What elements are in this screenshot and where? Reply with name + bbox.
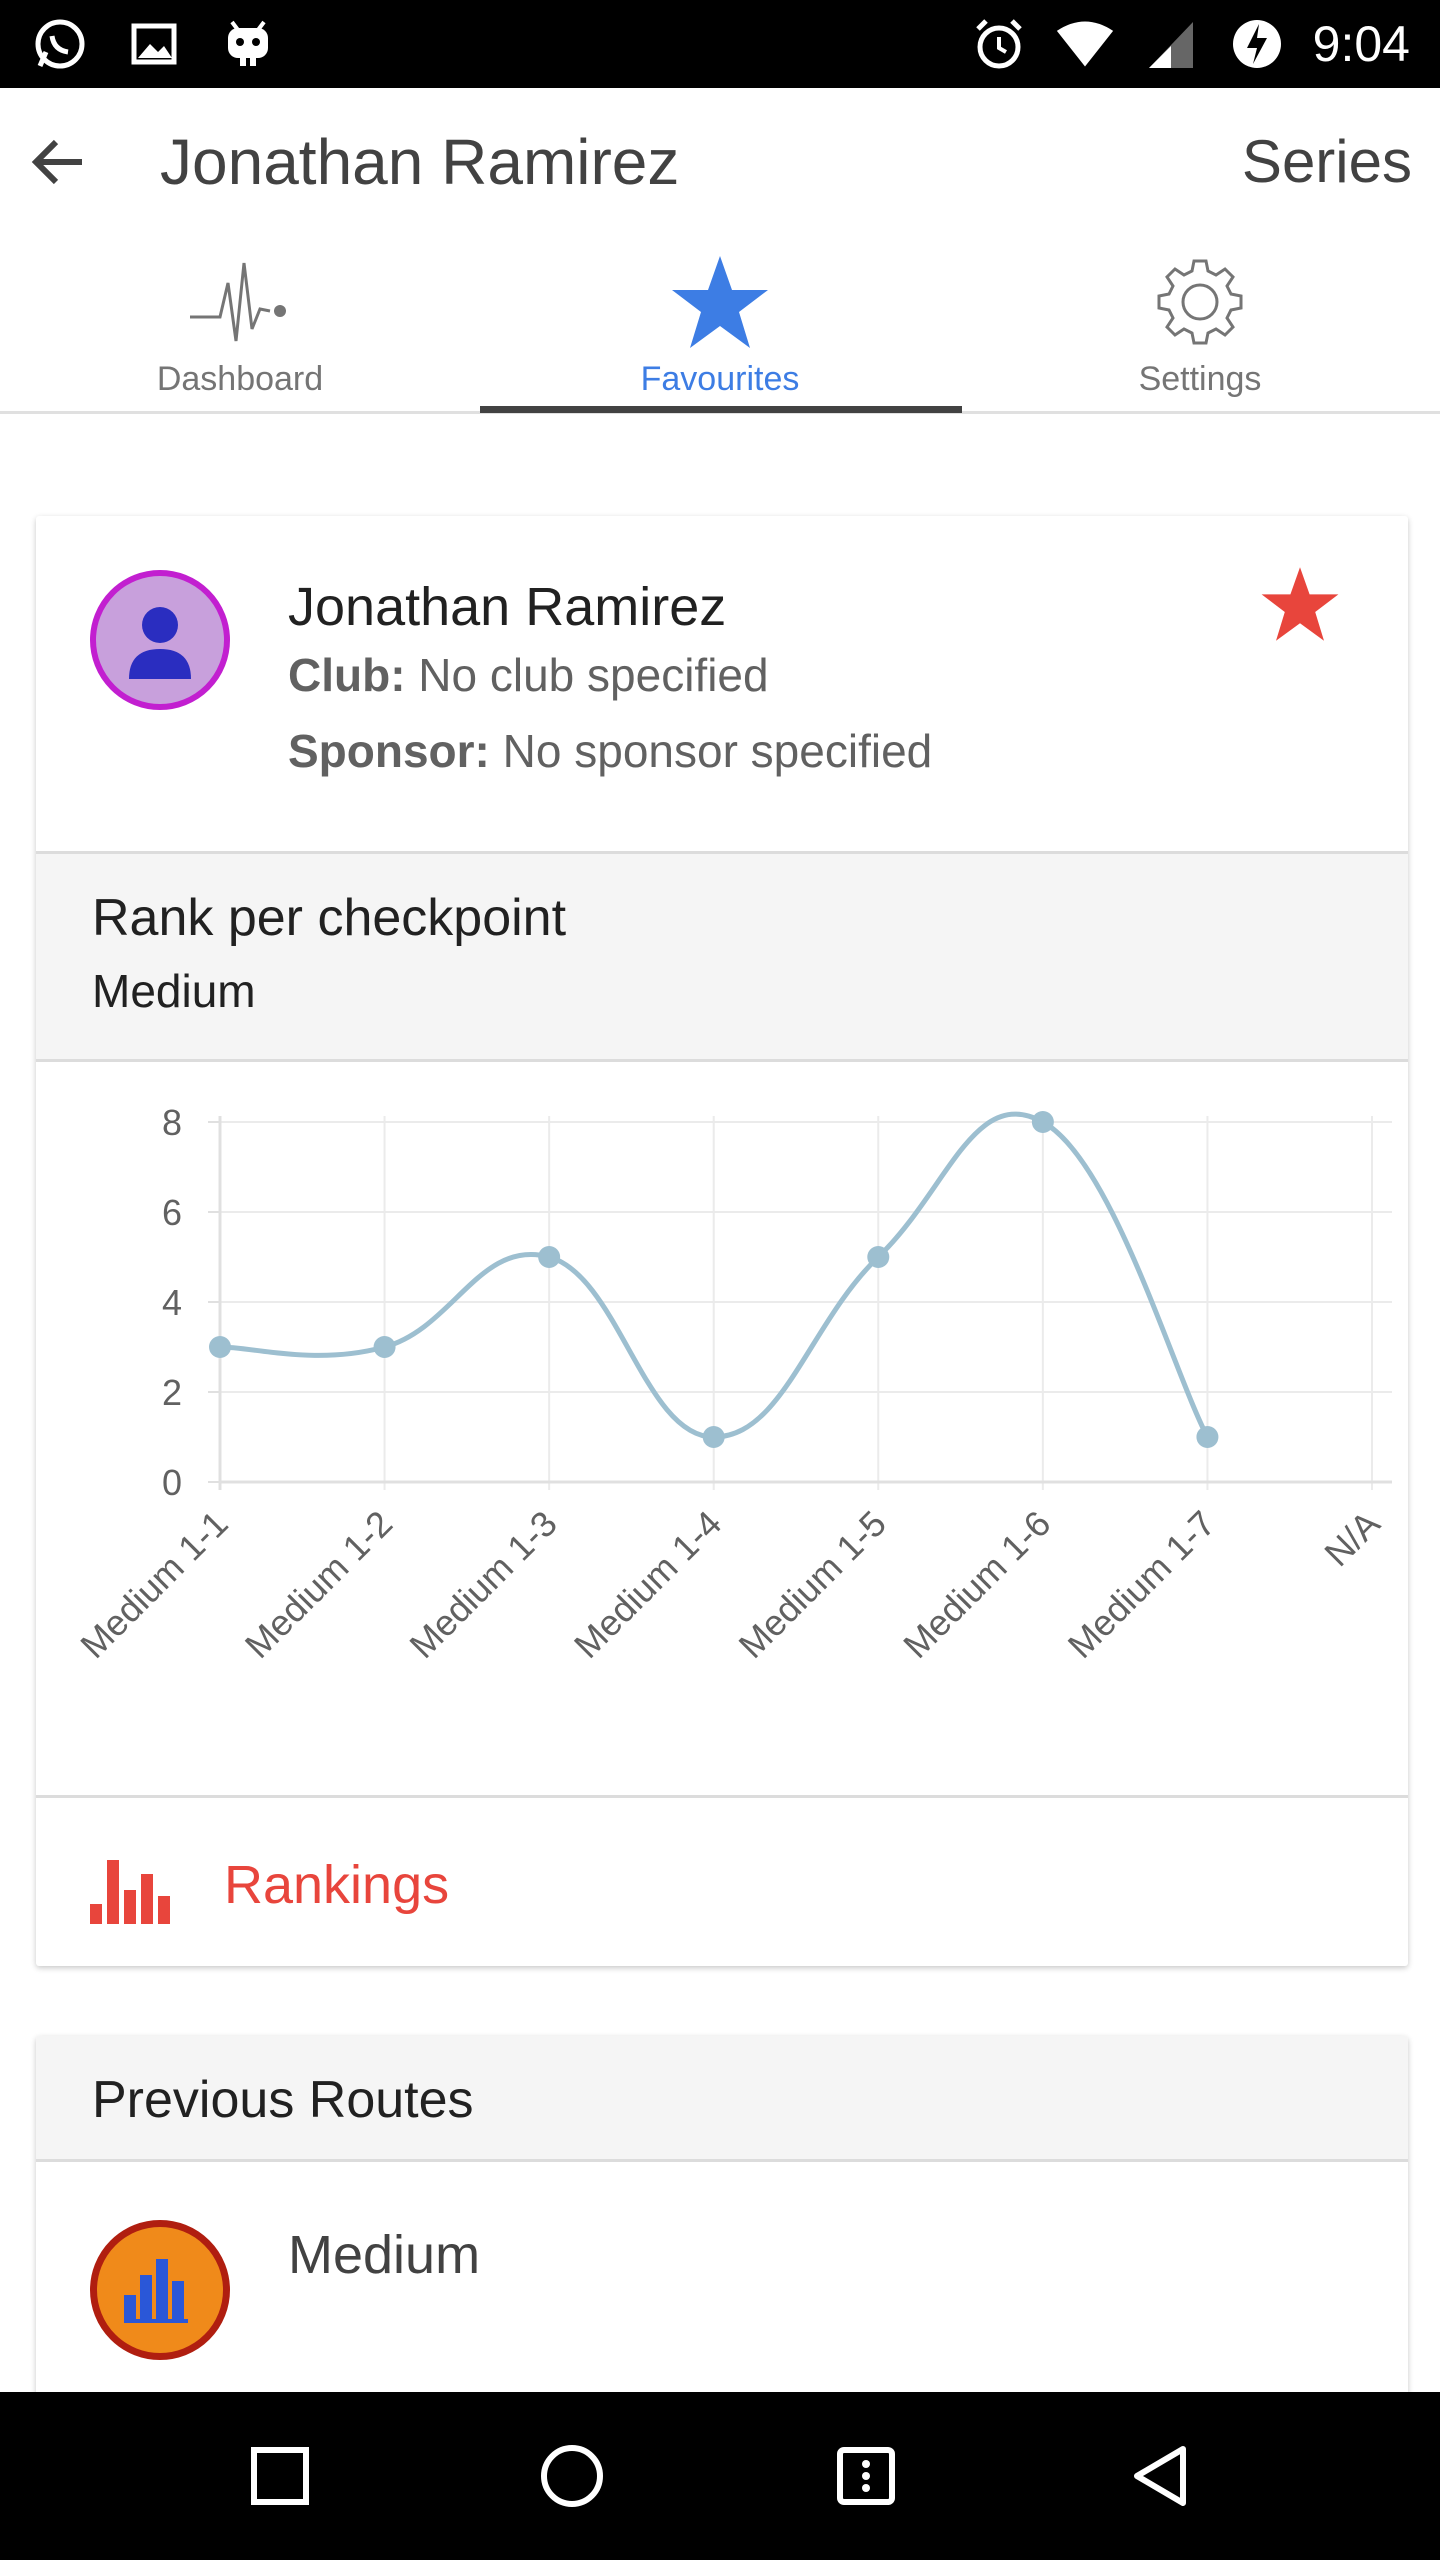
tab-indicator — [480, 406, 962, 413]
x-tick-label: Medium 1-6 — [895, 1503, 1058, 1666]
alarm-icon — [969, 14, 1029, 74]
previous-routes-header: Previous Routes — [36, 2036, 1408, 2162]
rank-section-header: Rank per checkpoint Medium — [36, 854, 1408, 1062]
android-debug-icon — [218, 14, 278, 74]
section-title: Rank per checkpoint — [92, 889, 567, 947]
arrow-back-icon — [31, 139, 82, 185]
data-point — [1031, 1111, 1054, 1133]
tab-bar: Dashboard Favourites Settings — [0, 238, 1440, 414]
clock-time: 9:04 — [1312, 16, 1410, 72]
menu-button[interactable] — [826, 2436, 906, 2516]
tab-dashboard[interactable]: Dashboard — [0, 238, 480, 414]
status-bar: 9:04 — [0, 0, 1440, 88]
x-tick-label: Medium 1-1 — [72, 1503, 235, 1666]
battery-charging-icon — [1227, 14, 1287, 74]
recents-icon — [251, 2447, 309, 2505]
data-point — [373, 1336, 396, 1358]
x-tick-label: N/A — [1316, 1503, 1387, 1574]
rider-name: Jonathan Ramirez — [288, 577, 727, 637]
club-value: No club specified — [418, 649, 769, 701]
recents-button[interactable] — [240, 2436, 320, 2516]
star-icon — [1261, 567, 1339, 641]
tab-label: Dashboard — [156, 360, 324, 398]
sponsor-label: Sponsor: — [288, 725, 490, 777]
gallery-icon — [124, 14, 184, 74]
club-label: Club: — [288, 649, 406, 701]
page-title: Jonathan Ramirez — [160, 126, 680, 198]
tab-label: Favourites — [640, 360, 800, 398]
rankings-button[interactable]: Rankings — [36, 1798, 1408, 1966]
tab-favourites[interactable]: Favourites — [480, 238, 960, 414]
y-tick-label: 2 — [162, 1372, 182, 1413]
rider-card: Jonathan Ramirez Club: No club specified… — [36, 516, 1408, 1966]
menu-icon — [837, 2447, 895, 2505]
y-tick-label: 0 — [162, 1462, 182, 1503]
y-tick-label: 4 — [162, 1282, 182, 1323]
bar-chart-icon — [90, 1854, 170, 1924]
section-subtitle: Medium — [92, 965, 256, 1017]
avatar — [90, 570, 230, 710]
person-icon — [129, 607, 191, 679]
data-point — [702, 1426, 725, 1448]
data-point — [538, 1246, 561, 1268]
app-bar: Jonathan Ramirez Series — [0, 88, 1440, 238]
route-avatar — [90, 2220, 230, 2360]
series-button[interactable]: Series — [1242, 124, 1412, 200]
y-tick-label: 6 — [162, 1192, 182, 1233]
home-button[interactable] — [532, 2436, 612, 2516]
club-info: Club: No club specified — [288, 648, 769, 702]
rankings-label: Rankings — [224, 1855, 450, 1915]
system-nav-bar — [0, 2392, 1440, 2560]
back-icon — [1134, 2446, 1186, 2506]
gear-icon — [1145, 252, 1255, 352]
favorite-toggle[interactable] — [1260, 564, 1340, 644]
tab-settings[interactable]: Settings — [960, 238, 1440, 414]
section-title: Previous Routes — [92, 2071, 474, 2129]
y-tick-label: 8 — [162, 1102, 182, 1143]
route-name: Medium — [288, 2225, 481, 2285]
star-icon — [665, 252, 775, 352]
rank-chart: 0 2 4 6 8 Medium 1-1 Medium 1-2 Medium 1-3 Mediu… — [36, 1062, 1408, 1798]
back-button[interactable] — [20, 124, 96, 200]
wifi-icon — [1055, 14, 1115, 74]
data-point — [867, 1246, 890, 1268]
x-tick-label: Medium 1-7 — [1060, 1503, 1223, 1666]
tab-label: Settings — [1138, 360, 1262, 398]
data-point — [1196, 1426, 1219, 1448]
sponsor-value: No sponsor specified — [502, 725, 933, 777]
bar-chart-icon — [124, 2259, 188, 2323]
profile-section: Jonathan Ramirez Club: No club specified… — [36, 516, 1408, 854]
nav-back-button[interactable] — [1120, 2436, 1200, 2516]
previous-routes-card: Previous Routes Medium — [36, 2036, 1408, 2396]
pulse-icon — [185, 252, 295, 352]
sponsor-info: Sponsor: No sponsor specified — [288, 724, 932, 778]
x-tick-label: Medium 1-2 — [237, 1503, 400, 1666]
signal-icon — [1141, 14, 1201, 74]
x-tick-label: Medium 1-4 — [566, 1503, 729, 1666]
rank-line-chart: 02468Medium 1-1 Medium 1-2 Medium 1-3 Mediu… — [72, 1102, 1392, 1666]
x-tick-label: Medium 1-3 — [401, 1503, 564, 1666]
data-point — [209, 1336, 231, 1358]
whatsapp-icon — [30, 14, 90, 74]
home-icon — [541, 2445, 603, 2507]
x-tick-label: Medium 1-5 — [731, 1503, 894, 1666]
